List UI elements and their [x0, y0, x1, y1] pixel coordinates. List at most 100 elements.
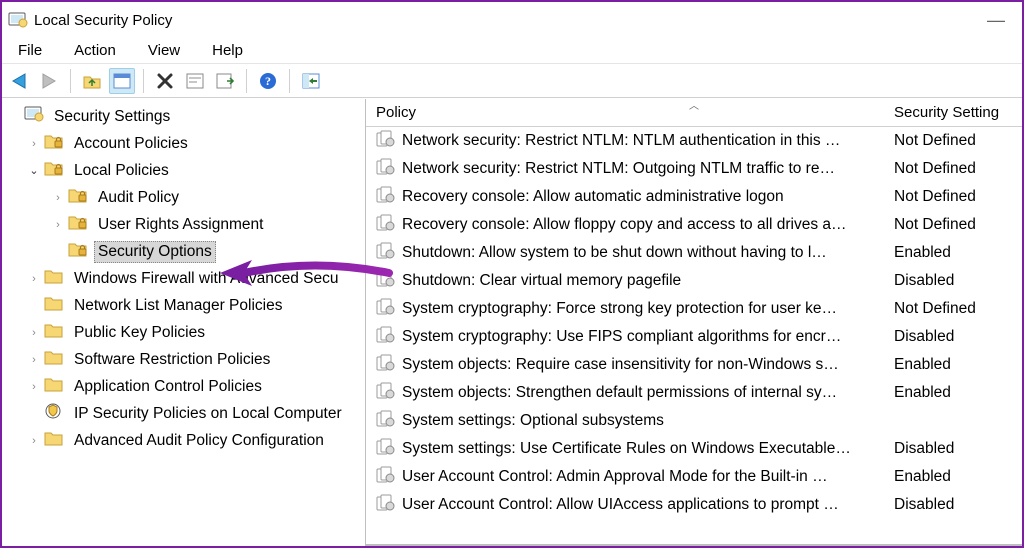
tree-node[interactable]: › Account Policies: [2, 130, 365, 157]
column-header-setting[interactable]: Security Setting: [886, 104, 1022, 121]
list-row[interactable]: Recovery console: Allow automatic admini…: [366, 183, 1022, 211]
folder-icon: [44, 429, 64, 452]
folder-icon: [44, 294, 64, 317]
policy-icon: [376, 130, 402, 153]
security-settings-icon: [24, 105, 44, 128]
list-row[interactable]: Shutdown: Allow system to be shut down w…: [366, 239, 1022, 267]
tree-node-label: Software Restriction Policies: [70, 349, 274, 371]
policy-icon: [376, 438, 402, 461]
chevron-right-icon[interactable]: ›: [26, 271, 42, 287]
properties-button[interactable]: [182, 68, 208, 94]
chevron-right-icon[interactable]: ›: [50, 217, 66, 233]
list-row[interactable]: System objects: Strengthen default permi…: [366, 379, 1022, 407]
tree-node[interactable]: ›Audit Policy: [2, 184, 365, 211]
policy-name: Network security: Restrict NTLM: NTLM au…: [402, 132, 886, 150]
tree-node-label: Application Control Policies: [70, 376, 266, 398]
tree-node[interactable]: › Public Key Policies: [2, 319, 365, 346]
security-setting-value: Enabled: [886, 468, 1022, 486]
chevron-right-icon[interactable]: ›: [26, 352, 42, 368]
sort-indicator-icon: ︿: [689, 99, 699, 112]
menu-view[interactable]: View: [138, 40, 190, 61]
security-setting-value: Disabled: [886, 440, 1022, 458]
tree-node-label: Advanced Audit Policy Configuration: [70, 430, 328, 452]
menu-action[interactable]: Action: [64, 40, 126, 61]
policy-name: Recovery console: Allow floppy copy and …: [402, 216, 886, 234]
minimize-button[interactable]: —: [976, 10, 1016, 31]
tree-node-label: User Rights Assignment: [94, 214, 267, 236]
folder-icon: [44, 267, 64, 290]
chevron-right-icon[interactable]: ›: [26, 325, 42, 341]
security-setting-value: Not Defined: [886, 188, 1022, 206]
chevron-right-icon[interactable]: ›: [50, 190, 66, 206]
app-icon: [8, 11, 26, 29]
delete-button[interactable]: [152, 68, 178, 94]
toolbar-separator: [70, 69, 71, 93]
policy-name: System objects: Require case insensitivi…: [402, 356, 886, 374]
list-row[interactable]: Recovery console: Allow floppy copy and …: [366, 211, 1022, 239]
show-hide-action-pane-button[interactable]: [298, 68, 324, 94]
chevron-right-icon[interactable]: ›: [26, 136, 42, 152]
tree-pane[interactable]: ▸ Security Settings › Account Policies ⌄ Lo…: [2, 99, 366, 546]
chevron-down-icon[interactable]: ⌄: [26, 163, 42, 179]
policy-icon: [376, 326, 402, 349]
list-body: Network security: Restrict NTLM: NTLM au…: [366, 127, 1022, 546]
list-row[interactable]: Network security: Restrict NTLM: Outgoin…: [366, 155, 1022, 183]
tree-node[interactable]: › Application Control Policies: [2, 373, 365, 400]
list-row[interactable]: User Account Control: Admin Approval Mod…: [366, 463, 1022, 491]
list-row[interactable]: System cryptography: Use FIPS compliant …: [366, 323, 1022, 351]
up-one-level-button[interactable]: [79, 68, 105, 94]
policy-name: System cryptography: Force strong key pr…: [402, 300, 886, 318]
security-setting-value: Disabled: [886, 272, 1022, 290]
column-header-policy[interactable]: Policy: [376, 104, 886, 121]
back-button[interactable]: [6, 68, 32, 94]
policy-icon: [376, 466, 402, 489]
tree-node[interactable]: ›Network List Manager Policies: [2, 292, 365, 319]
list-header[interactable]: ︿ Policy Security Setting: [366, 99, 1022, 127]
list-pane[interactable]: ︿ Policy Security Setting Network securi…: [366, 99, 1022, 546]
tree-node[interactable]: ›Security Options: [2, 238, 365, 265]
tree-node[interactable]: › Software Restriction Policies: [2, 346, 365, 373]
tree-root[interactable]: ▸ Security Settings: [2, 103, 365, 130]
tree-node[interactable]: › User Rights Assignment: [2, 211, 365, 238]
folder-lock-icon: [68, 213, 88, 236]
policy-icon: [376, 298, 402, 321]
tree-node-label: IP Security Policies on Local Computer: [70, 403, 346, 425]
policy-icon: [376, 158, 402, 181]
tree-node-label: Account Policies: [70, 133, 192, 155]
chevron-right-icon[interactable]: ›: [26, 379, 42, 395]
security-setting-value: Enabled: [886, 384, 1022, 402]
menubar: File Action View Help: [2, 38, 1022, 64]
list-row[interactable]: User Account Control: Allow UIAccess app…: [366, 491, 1022, 519]
folder-lock-icon: [44, 132, 64, 155]
list-row[interactable]: System settings: Use Certificate Rules o…: [366, 435, 1022, 463]
policy-icon: [376, 410, 402, 433]
tree-node-label: Public Key Policies: [70, 322, 209, 344]
tree-node-label: Local Policies: [70, 160, 173, 182]
tree-node-label: Windows Firewall with Advanced Secu: [70, 268, 342, 290]
security-setting-value: Enabled: [886, 244, 1022, 262]
shield-icon: [44, 402, 64, 425]
menu-help[interactable]: Help: [202, 40, 253, 61]
folder-lock-icon: [68, 186, 88, 209]
security-setting-value: Disabled: [886, 328, 1022, 346]
menu-file[interactable]: File: [8, 40, 52, 61]
tree-node[interactable]: › Advanced Audit Policy Configuration: [2, 427, 365, 454]
chevron-right-icon[interactable]: ›: [26, 433, 42, 449]
help-button[interactable]: [255, 68, 281, 94]
list-row[interactable]: System settings: Optional subsystems: [366, 407, 1022, 435]
policy-icon: [376, 242, 402, 265]
folder-icon: [44, 321, 64, 344]
export-list-button[interactable]: [212, 68, 238, 94]
list-row[interactable]: System objects: Require case insensitivi…: [366, 351, 1022, 379]
content-area: ▸ Security Settings › Account Policies ⌄ Lo…: [2, 98, 1022, 546]
list-row[interactable]: Shutdown: Clear virtual memory pagefileD…: [366, 267, 1022, 295]
tree-node[interactable]: ⌄ Local Policies: [2, 157, 365, 184]
tree-node[interactable]: › Windows Firewall with Advanced Secu: [2, 265, 365, 292]
policy-name: User Account Control: Allow UIAccess app…: [402, 496, 886, 514]
tree-node[interactable]: ›IP Security Policies on Local Computer: [2, 400, 365, 427]
show-hide-tree-button[interactable]: [109, 68, 135, 94]
list-row[interactable]: System cryptography: Force strong key pr…: [366, 295, 1022, 323]
policy-name: Recovery console: Allow automatic admini…: [402, 188, 886, 206]
policy-icon: [376, 186, 402, 209]
list-row[interactable]: Network security: Restrict NTLM: NTLM au…: [366, 127, 1022, 155]
